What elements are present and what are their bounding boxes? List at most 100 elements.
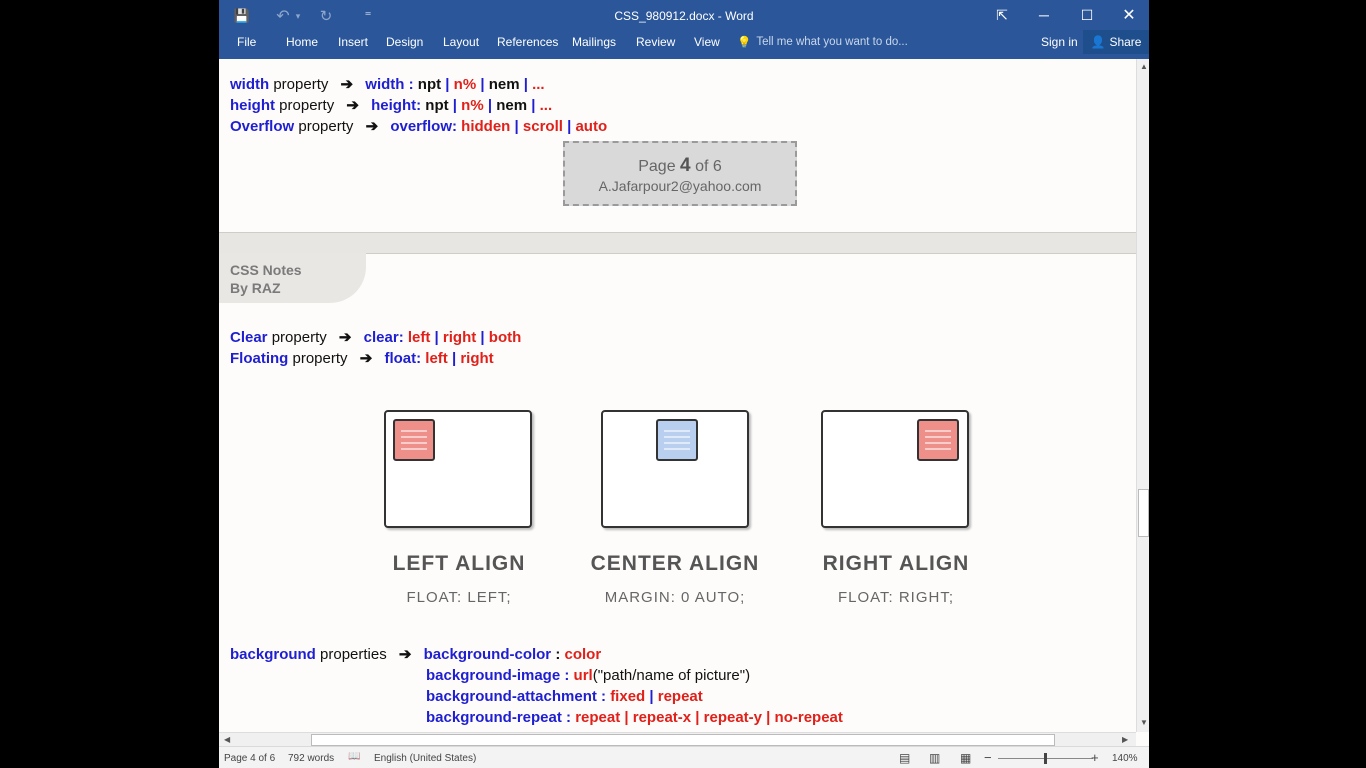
language-status[interactable]: English (United States) [374,753,476,764]
maximize-icon[interactable]: ☐ [1067,4,1107,26]
page-number: Page 4 of 6 [565,155,795,177]
lightbulb-icon: 💡 [737,37,752,49]
height-keyword: height [230,97,275,114]
property-word: property [273,76,329,93]
scroll-right-icon[interactable]: ▶ [1122,735,1128,744]
floating-keyword: Floating [230,350,289,367]
width-property-line: width property ➔ width : npt | n% | nem … [230,75,545,93]
npt-value: npt [425,97,449,114]
property-word: property [292,350,348,367]
pipe: | [531,97,536,114]
document-icon [656,419,698,461]
ribbon-display-options-icon[interactable]: ⇱ [982,4,1022,26]
tab-insert[interactable]: Insert [338,35,368,49]
center-align-box [601,410,749,528]
percent-value: n% [453,76,477,93]
tab-view[interactable]: View [694,35,720,49]
tab-mailings[interactable]: Mailings [572,35,616,49]
word-count-status[interactable]: 792 words [288,753,334,764]
tab-references[interactable]: References [497,35,558,49]
arrow-icon: ➔ [346,97,359,114]
property-word: property [271,329,327,346]
right-align-caption: FLOAT: RIGHT; [837,589,955,606]
pipe: | [445,76,450,93]
document-icon [393,419,435,461]
left-align-box [384,410,532,528]
background-properties-line: background properties ➔ background-color… [230,645,601,663]
float-property-line: Floating property ➔ float: left | right [230,349,494,367]
pipe: | [523,76,528,93]
arrow-icon: ➔ [365,118,379,135]
person-icon: 👤 [1090,35,1106,49]
web-layout-icon[interactable]: ▦ [960,751,971,765]
background-image-key: background-image : [426,667,570,684]
height-property-line: height property ➔ height: npt | n% | nem… [230,96,552,114]
page-gap [219,232,1136,254]
zoom-slider-thumb[interactable] [1044,753,1047,764]
background-attachment-key: background-attachment : [426,688,607,705]
sign-in-link[interactable]: Sign in [1041,35,1078,49]
background-color-key: background-color [423,646,552,663]
page-footer-box: Page 4 of 6 A.Jafarpour2@yahoo.com [563,141,797,206]
page-count-status[interactable]: Page 4 of 6 [224,753,275,764]
scroll-down-icon[interactable]: ▼ [1140,718,1148,727]
background-image-line: background-image : url("path/name of pic… [426,667,750,684]
pipe: | [451,350,457,367]
tab-design[interactable]: Design [386,35,423,49]
zoom-in-button[interactable]: + [1091,750,1099,765]
overflow-syntax: overflow: [390,118,457,135]
nem-value: nem [488,76,520,93]
clear-property-line: Clear property ➔ clear: left | right | b… [230,328,521,346]
pipe: | [434,329,439,346]
title-bar: 💾 ↶ ▾ ↻ ⁼ CSS_980912.docx - Word ⇱ ─ ☐ ✕… [219,0,1149,59]
repeat-value: repeat [657,688,703,705]
background-repeat-key: background-repeat : [426,709,572,726]
auto-value: auto [575,118,608,135]
background-attachment-line: background-attachment : fixed | repeat [426,688,703,705]
scroll-up-icon[interactable]: ▲ [1140,62,1148,71]
tell-me-placeholder: Tell me what you want to do... [756,36,908,48]
header-title: CSS Notes [230,262,302,278]
property-word: property [279,97,335,114]
tab-layout[interactable]: Layout [443,35,479,49]
arrow-icon: ➔ [398,646,412,663]
arrow-icon: ➔ [340,76,354,93]
nem-value: nem [496,97,528,114]
properties-word: properties [320,646,387,663]
close-icon[interactable]: ✕ [1109,4,1149,26]
left-value: left [407,329,431,346]
tab-review[interactable]: Review [636,35,675,49]
ellipsis: ... [539,97,553,114]
tab-home[interactable]: Home [286,35,318,49]
horizontal-scrollbar[interactable]: ◀ ▶ [219,732,1136,747]
print-layout-icon[interactable]: ▥ [929,751,940,765]
percent-value: n% [461,97,484,114]
status-bar: Page 4 of 6 792 words 📖 English (United … [219,746,1149,768]
zoom-out-button[interactable]: − [984,750,992,765]
vertical-scroll-thumb[interactable] [1138,489,1149,537]
right-value: right [460,350,494,367]
pipe: | [567,118,572,135]
document-icon [917,419,959,461]
vertical-scrollbar[interactable]: ▲ ▼ [1136,59,1149,732]
minimize-icon[interactable]: ─ [1024,4,1064,26]
color-value: color [564,646,602,663]
zoom-level[interactable]: 140% [1112,753,1138,764]
height-syntax: height: [371,97,422,114]
horizontal-scroll-thumb[interactable] [311,734,1055,746]
pipe: | [514,118,519,135]
image-path: ("path/name of picture") [592,667,751,684]
clear-keyword: Clear [230,329,268,346]
both-value: both [488,329,522,346]
tell-me-box[interactable]: 💡 Tell me what you want to do... [737,35,908,49]
background-repeat-line: background-repeat : repeat | repeat-x | … [426,709,843,726]
share-button[interactable]: 👤 Share [1083,30,1149,54]
scroll-left-icon[interactable]: ◀ [224,735,230,744]
tab-file[interactable]: File [237,35,256,49]
ellipsis: ... [532,76,545,93]
document-canvas[interactable]: width property ➔ width : npt | n% | nem … [219,59,1136,732]
read-mode-icon[interactable]: ▤ [899,751,910,765]
pipe: | [487,97,493,114]
background-keyword: background [230,646,316,663]
proofing-icon[interactable]: 📖 [348,751,360,762]
